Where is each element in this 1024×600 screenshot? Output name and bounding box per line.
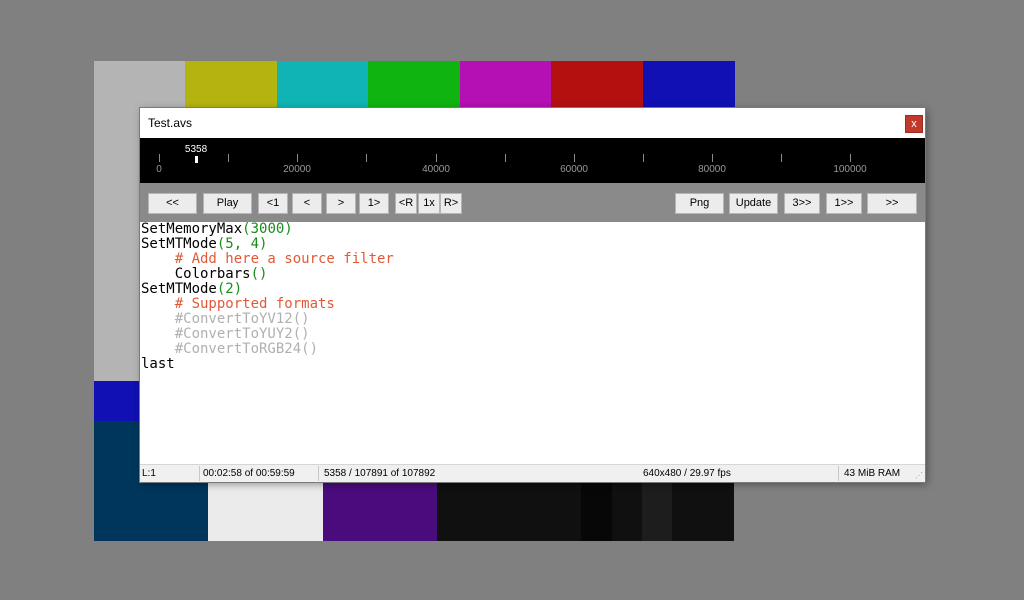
code-line: last	[141, 356, 175, 372]
png-export-button[interactable]: Png	[675, 193, 724, 214]
code-function: SetMemoryMax	[141, 221, 243, 237]
status-separator	[199, 466, 200, 481]
code-line: Colorbars()	[141, 266, 268, 282]
timeline-tick	[366, 154, 367, 162]
timeline-tick	[159, 154, 160, 162]
timeline-tick-label: 100000	[833, 164, 867, 175]
editor-window: Test.avs x 0 20000 40000 60000 80000 100…	[140, 108, 925, 482]
title-bar[interactable]: Test.avs x	[140, 108, 925, 138]
forward-1-second-button[interactable]: 1>	[359, 193, 389, 214]
timeline-tick	[297, 154, 298, 162]
first-frame-button[interactable]: <<	[148, 193, 197, 214]
status-bar: L:1 00:02:58 of 00:59:59 5358 / 107891 o…	[140, 464, 925, 482]
speed-button[interactable]: 1x	[418, 193, 440, 214]
play-button[interactable]: Play	[203, 193, 252, 214]
code-function: SetMTMode	[141, 236, 217, 252]
resize-grip-icon[interactable]: ⋰	[915, 471, 923, 480]
timeline-tick-label: 20000	[283, 164, 311, 175]
timeline-tick-label: 0	[156, 164, 162, 175]
code-disabled-line: #ConvertToYV12()	[141, 311, 310, 327]
range-start-button[interactable]: <R	[395, 193, 417, 214]
timeline-tick	[574, 154, 575, 162]
last-frame-button[interactable]: >>	[867, 193, 917, 214]
previous-frame-button[interactable]: <	[292, 193, 322, 214]
code-disabled-line: #ConvertToRGB24()	[141, 341, 319, 357]
status-separator	[318, 466, 319, 481]
code-args: ()	[250, 266, 268, 282]
update-button[interactable]: Update	[729, 193, 778, 214]
playback-toolbar: << Play <1 < > 1> <R 1x R> Png Update 3>…	[140, 183, 925, 222]
timeline-tick-label: 60000	[560, 164, 588, 175]
code-line: SetMTMode(2)	[141, 282, 242, 297]
back-1-second-button[interactable]: <1	[258, 193, 288, 214]
code-function: Colorbars	[141, 266, 251, 282]
window-title: Test.avs	[148, 116, 193, 130]
forward-1-step-button[interactable]: 1>>	[826, 193, 862, 214]
close-button[interactable]: x	[905, 115, 923, 133]
timeline-tick	[436, 154, 437, 162]
timeline-current-frame-label: 5358	[184, 144, 208, 155]
status-resolution: 640x480 / 29.97 fps	[643, 468, 731, 479]
timeline-tick	[850, 154, 851, 162]
timeline-slider[interactable]: 0 20000 40000 60000 80000 100000 5358	[140, 138, 925, 183]
code-function: SetMTMode	[141, 281, 217, 297]
code-args: (2)	[216, 281, 243, 297]
status-memory: 43 MiB RAM	[844, 468, 901, 479]
range-end-button[interactable]: R>	[440, 193, 462, 214]
code-comment: # Add here a source filter	[141, 251, 394, 267]
timeline-tick-label: 40000	[422, 164, 450, 175]
status-frames: 5358 / 107891 of 107892	[324, 468, 436, 479]
timeline-tick	[712, 154, 713, 162]
script-editor[interactable]: SetMemoryMax(3000) SetMTMode(5, 4) # Add…	[140, 222, 925, 464]
code-comment: # Supported formats	[141, 296, 335, 312]
timeline-tick	[781, 154, 782, 162]
code-disabled-line: #ConvertToYUY2()	[141, 326, 310, 342]
timeline-tick-label: 80000	[698, 164, 726, 175]
next-frame-button[interactable]: >	[326, 193, 356, 214]
status-separator	[838, 466, 839, 481]
timeline-tick	[505, 154, 506, 162]
code-line: SetMTMode(5, 4)	[141, 237, 267, 252]
code-args: (3000)	[242, 221, 293, 237]
code-line: SetMemoryMax(3000)	[141, 222, 293, 237]
timeline-tick	[228, 154, 229, 162]
code-args: (5, 4)	[216, 236, 268, 252]
forward-3-button[interactable]: 3>>	[784, 193, 820, 214]
timeline-tick	[643, 154, 644, 162]
status-line-number: L:1	[142, 468, 156, 479]
timeline-playhead[interactable]	[195, 156, 199, 163]
status-time: 00:02:58 of 00:59:59	[203, 468, 295, 479]
